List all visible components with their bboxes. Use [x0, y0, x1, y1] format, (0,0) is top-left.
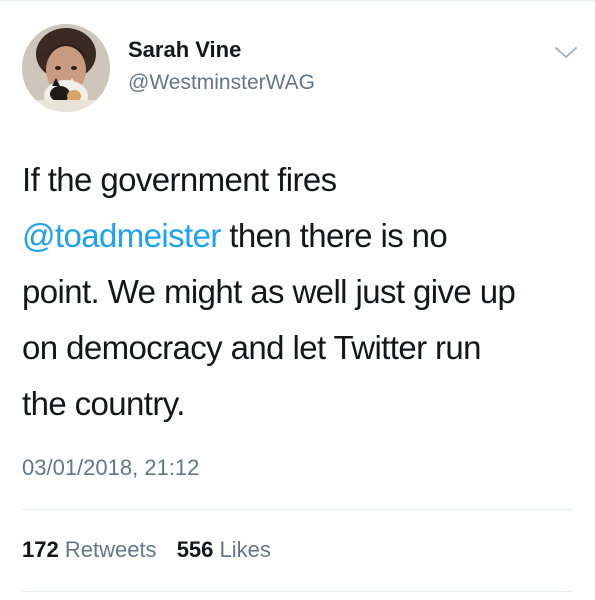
tweet-text-line: on democracy and let Twitter run	[22, 320, 577, 376]
profile-photo-icon	[22, 24, 110, 112]
divider	[22, 591, 573, 592]
user-handle[interactable]: @WestminsterWAG	[128, 71, 315, 95]
tweet-text: If the government fires @toadmeister the…	[22, 152, 577, 432]
likes-stat[interactable]: 556 Likes	[177, 537, 271, 563]
retweets-stat[interactable]: 172 Retweets	[22, 537, 157, 563]
retweets-label: Retweets	[64, 537, 157, 562]
tweet-text-line: the country.	[22, 376, 577, 432]
tweet-timestamp[interactable]: 03/01/2018, 21:12	[22, 455, 199, 481]
mention-link[interactable]: @toadmeister	[22, 217, 221, 254]
tweet-text-line: point. We might as well just give up	[22, 264, 577, 320]
tweet-text-segment: the country.	[22, 385, 185, 422]
tweet-stats: 172 Retweets 556 Likes	[22, 537, 285, 563]
tweet-text-segment: on democracy and let Twitter run	[22, 329, 482, 366]
likes-count: 556	[176, 537, 214, 562]
chevron-down-icon[interactable]	[553, 44, 579, 62]
display-name[interactable]: Sarah Vine	[128, 37, 241, 63]
tweet-text-segment: If the government fires	[22, 161, 337, 198]
tweet-text-segment: point. We might as well just give up	[22, 273, 516, 310]
top-divider	[0, 0, 595, 1]
retweets-count: 172	[22, 537, 59, 562]
tweet-text-line: If the government fires	[22, 152, 577, 208]
tweet-text-line: @toadmeister then there is no	[22, 208, 577, 264]
likes-label: Likes	[219, 537, 271, 562]
divider	[22, 509, 573, 510]
tweet-text-segment: then there is no	[220, 217, 448, 254]
avatar[interactable]	[22, 24, 110, 112]
